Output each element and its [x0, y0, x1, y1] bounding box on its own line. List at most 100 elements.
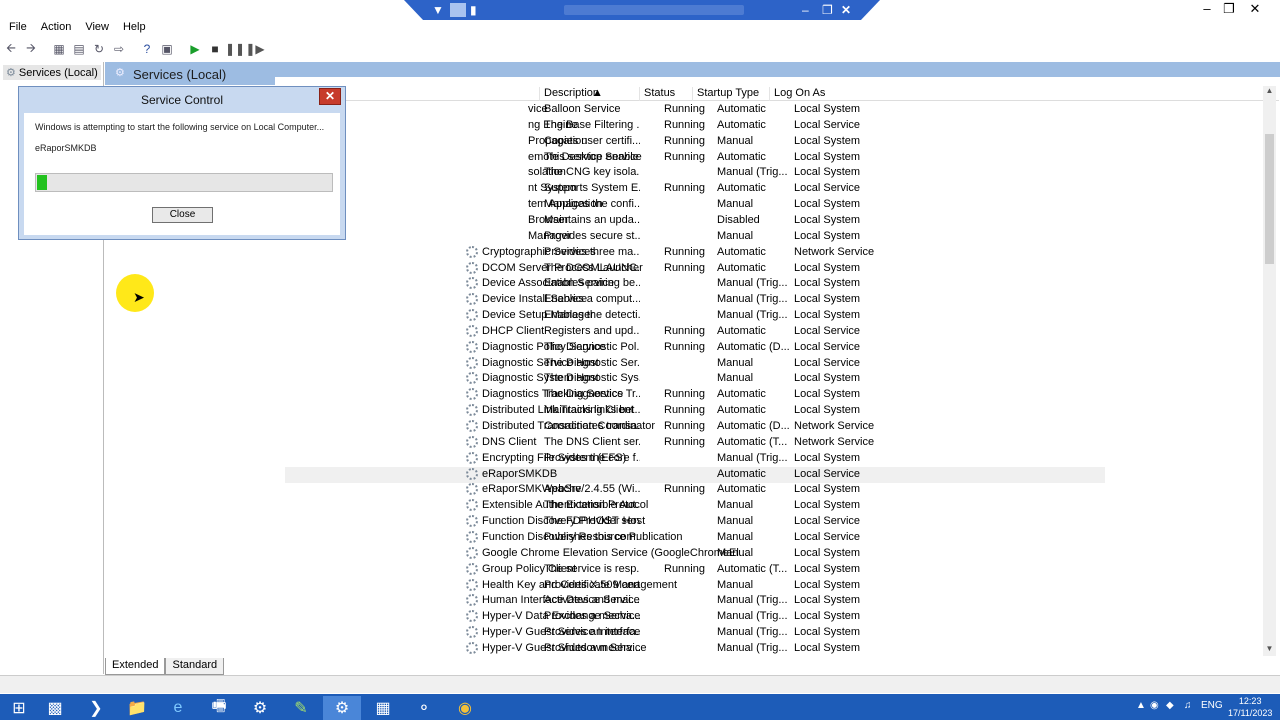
properties-icon[interactable]: ▤: [70, 40, 88, 58]
restart-service-icon[interactable]: ❚▶: [245, 40, 264, 58]
tray-clock[interactable]: 12:23 17/11/2023: [1228, 695, 1272, 719]
service-row[interactable]: Encrypting File System (EFS) Provides the…: [285, 451, 1025, 467]
column-log-on-as[interactable]: Log On As: [769, 87, 924, 101]
service-row[interactable]: DCOM Server Process Launcher The DCOMLAUN…: [285, 261, 1025, 277]
minimize-icon[interactable]: –: [1196, 0, 1218, 18]
rdp-close-icon[interactable]: ✕: [841, 0, 851, 20]
start-service-icon[interactable]: ▶: [186, 40, 204, 58]
service-row[interactable]: Device Setup Manager Enables the detecti.…: [285, 308, 1025, 324]
service-startup-type: Manual: [717, 546, 754, 559]
service-row[interactable]: DNS Client The DNS Client ser... Running Au…: [285, 435, 1025, 451]
service-row[interactable]: nt System Supports System E... Running Auto…: [285, 181, 1025, 197]
menu-view[interactable]: View: [78, 19, 116, 37]
tray-shield-icon[interactable]: ◆: [1166, 700, 1174, 711]
service-row[interactable]: Distributed Transaction Coordinator Coord…: [285, 419, 1025, 435]
rdp-minimize-icon[interactable]: –: [802, 0, 809, 20]
internet-explorer-icon[interactable]: e: [159, 696, 197, 720]
service-gear-icon: [466, 483, 478, 496]
chrome-icon[interactable]: ◉: [446, 696, 484, 720]
service-log-on-as: Local Service: [794, 467, 861, 480]
server-manager-icon[interactable]: ▩: [36, 696, 74, 720]
rdp-restore-icon[interactable]: ❐: [822, 0, 833, 20]
service-row[interactable]: Hyper-V Guest Shutdown Service Provides a…: [285, 641, 1025, 657]
pause-service-icon[interactable]: ❚❚: [225, 40, 245, 58]
service-log-on-as: Local System: [794, 451, 861, 464]
service-row[interactable]: Device Association Service Enables pairin…: [285, 276, 1025, 292]
service-row[interactable]: Diagnostic Policy Service The Diagnostic …: [285, 340, 1025, 356]
service-log-on-as: Local Service: [794, 324, 861, 337]
column-description[interactable]: Description: [539, 87, 639, 101]
service-row[interactable]: Diagnostic System Host The Diagnostic Sys…: [285, 371, 1025, 387]
service-row[interactable]: Cryptographic Services Provides three ma.…: [285, 245, 1025, 261]
service-row[interactable]: emote Desktop Service This service enable…: [285, 150, 1025, 166]
service-row[interactable]: Diagnostic Service Host The Diagnostic Se…: [285, 356, 1025, 372]
forward-icon[interactable]: 🡪: [22, 40, 40, 58]
menu-action[interactable]: Action: [34, 19, 79, 37]
column-startup-type[interactable]: Startup Type: [692, 87, 769, 101]
network-icon[interactable]: 🖷: [200, 696, 238, 720]
service-row[interactable]: Hyper-V Data Exchange Service Provides a …: [285, 609, 1025, 625]
dialog-close-icon[interactable]: ✕: [319, 88, 341, 105]
tray-language[interactable]: ENG: [1201, 700, 1223, 711]
refresh-icon[interactable]: ↻: [90, 40, 108, 58]
computer-management-icon[interactable]: ▦: [364, 696, 402, 720]
settings-icon[interactable]: ⚙: [241, 696, 279, 720]
service-status: Running: [664, 388, 705, 401]
services-taskbar-icon[interactable]: ⚙: [323, 696, 361, 720]
service-row[interactable]: Hyper-V Guest Service Interface Provides …: [285, 625, 1025, 641]
back-icon[interactable]: 🡨: [2, 40, 20, 58]
service-row[interactable]: Extensible Authentication Protocol The Ex…: [285, 498, 1025, 514]
vertical-scrollbar[interactable]: ▲ ▼: [1263, 86, 1276, 656]
pin-icon[interactable]: [450, 3, 466, 17]
powershell-icon[interactable]: ❯: [77, 696, 115, 720]
service-row[interactable]: Group Policy Client The service is resp..…: [285, 562, 1025, 578]
service-row[interactable]: vice Balloon Service Running Automatic Local…: [285, 102, 1025, 118]
stop-service-icon[interactable]: ■: [206, 40, 224, 58]
column-headers: ▲ Description Status Startup Type Log On…: [285, 85, 1279, 101]
scroll-thumb[interactable]: [1265, 134, 1274, 264]
service-row[interactable]: Function Discovery Resource Publication P…: [285, 530, 1025, 546]
tray-volume-icon[interactable]: ♫: [1184, 700, 1192, 711]
service-row[interactable]: Device Install Service Enables a comput..…: [285, 292, 1025, 308]
column-status[interactable]: Status: [639, 87, 692, 101]
tree-item-services-local[interactable]: ⚙ Services (Local): [3, 65, 101, 80]
close-icon[interactable]: ✕: [1244, 0, 1266, 18]
scroll-up-icon[interactable]: ▲: [1263, 86, 1276, 98]
export-list-icon[interactable]: ⇨: [110, 40, 128, 58]
tray-chevron-icon[interactable]: ▲: [1136, 700, 1146, 711]
help-icon[interactable]: ?: [138, 40, 156, 58]
service-startup-type: Automatic (T...: [717, 562, 788, 575]
start-windows-icon[interactable]: ⊞: [0, 696, 38, 720]
file-explorer-icon[interactable]: 📁: [118, 696, 156, 720]
service-row[interactable]: DHCP Client Registers and upd... Running Au…: [285, 324, 1025, 340]
service-row[interactable]: Manager Provides secure st... Manual Local …: [285, 229, 1025, 245]
console-tree-icon[interactable]: ▦: [50, 40, 68, 58]
service-row[interactable]: Human Interface Device Service Activates …: [285, 593, 1025, 609]
service-row[interactable]: solation The CNG key isola... Manual (Trig…: [285, 165, 1025, 181]
notepad-icon[interactable]: ✎: [282, 696, 320, 720]
service-row[interactable]: Diagnostics Tracking Service The Diagnost…: [285, 387, 1025, 403]
service-row[interactable]: Propagation Copies user certifi... Running…: [285, 134, 1025, 150]
tab-extended[interactable]: Extended: [105, 658, 166, 675]
service-row[interactable]: Google Chrome Elevation Service (GoogleC…: [285, 546, 1025, 562]
service-row[interactable]: Browser Maintains an upda... Disabled Local…: [285, 213, 1025, 229]
service-row[interactable]: eRaporSMKWebSrv Apache/2.4.55 (Wi... Runni…: [285, 482, 1025, 498]
show-hide-icon[interactable]: ▣: [158, 40, 176, 58]
service-startup-type: Automatic (D...: [717, 340, 790, 353]
scroll-down-icon[interactable]: ▼: [1263, 644, 1276, 656]
service-row[interactable]: tem Application Manages the confi... Manua…: [285, 197, 1025, 213]
tab-standard[interactable]: Standard: [165, 658, 225, 675]
tray-network-icon[interactable]: ◉: [1150, 700, 1159, 711]
service-row[interactable]: ng Engine The Base Filtering ... Running Au…: [285, 118, 1025, 134]
menu-file[interactable]: File: [2, 19, 34, 37]
remote-icon[interactable]: ⚬: [405, 696, 443, 720]
service-row[interactable]: eRaporSMKDB Automatic Local Service: [285, 466, 1105, 483]
service-row[interactable]: Health Key and Certificate Management Pro…: [285, 578, 1025, 594]
close-button[interactable]: Close: [152, 207, 213, 223]
chevron-down-icon[interactable]: ▼: [432, 0, 444, 20]
service-row[interactable]: Function Discovery Provider Host The FDPH…: [285, 514, 1025, 530]
menu-help[interactable]: Help: [116, 19, 153, 37]
restore-icon[interactable]: ❐: [1218, 0, 1240, 18]
service-row[interactable]: Distributed Link Tracking Client Maintain…: [285, 403, 1025, 419]
service-description: The DCOMLAUNC...: [544, 261, 640, 274]
